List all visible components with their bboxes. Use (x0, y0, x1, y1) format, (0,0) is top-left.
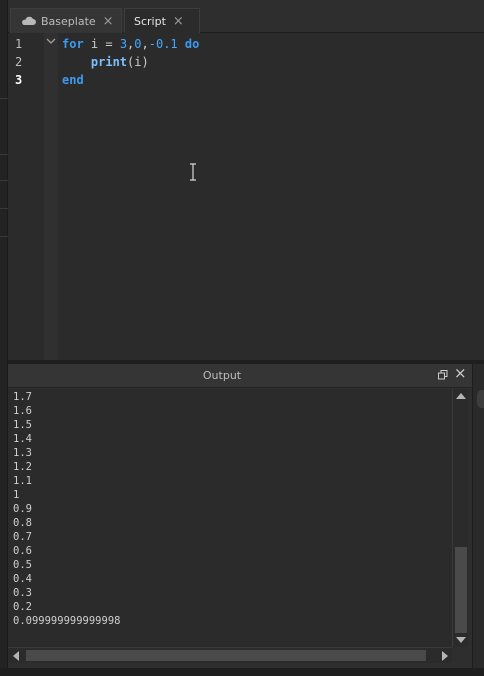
tab-script[interactable]: Script × (124, 8, 200, 33)
code-line-2: print(i) (62, 55, 149, 69)
output-title: Output (202, 369, 242, 382)
output-line: 1.2 (13, 461, 32, 473)
scroll-left-icon[interactable] (13, 651, 19, 661)
close-panel-icon[interactable]: × (454, 366, 467, 381)
output-line: 1.7 (13, 391, 32, 403)
output-line: 0.3 (13, 587, 32, 599)
fold-chevron-down-icon[interactable] (46, 37, 56, 45)
fold-margin (44, 33, 58, 360)
output-line: 1.1 (13, 475, 32, 487)
output-line: 0.099999999999998 (13, 615, 121, 627)
code-line-1: for i = 3,0,-0.1 do (62, 37, 199, 51)
scroll-up-icon[interactable] (456, 393, 466, 399)
output-line: 1.4 (13, 433, 32, 445)
keyword-for: for (62, 37, 84, 51)
vertical-scrollbar[interactable] (452, 389, 468, 647)
scroll-right-icon[interactable] (442, 651, 448, 661)
close-tab-icon[interactable]: × (173, 15, 184, 28)
panel-divider (0, 154, 8, 155)
number-literal: 3 (119, 37, 128, 51)
output-line: 1.6 (13, 405, 32, 417)
document-tab-bar: Baseplate × Script × (8, 0, 484, 33)
output-line: 0.4 (13, 573, 32, 585)
scrollbar-thumb[interactable] (455, 547, 467, 633)
line-number: 2 (15, 55, 23, 69)
output-line: 1.5 (13, 419, 32, 431)
number-literal: 0 (134, 37, 142, 51)
output-header: Output × (8, 364, 472, 388)
output-line: 1 (13, 489, 20, 501)
code-text: , (141, 37, 149, 51)
code-text: i = (83, 37, 120, 51)
output-line: 0.5 (13, 559, 32, 571)
output-line: 0.7 (13, 531, 32, 543)
scrollbar-thumb[interactable] (26, 650, 426, 661)
output-line: 0.8 (13, 517, 32, 529)
script-editor[interactable]: 1 2 3 for i = 3,0,-0.1 do print(i) end (8, 33, 484, 360)
output-panel: Output × 1.7 1.6 1.5 1.4 1.3 1.2 1.1 1 0.9 0.8 0.7… (8, 364, 484, 668)
adjacent-panel-edge (472, 364, 484, 668)
tab-baseplate[interactable]: Baseplate × (10, 8, 122, 33)
panel-handle[interactable] (477, 390, 484, 408)
scroll-down-icon[interactable] (456, 637, 466, 643)
panel-divider (0, 208, 8, 209)
status-bar (0, 668, 484, 676)
output-line: 0.9 (13, 503, 32, 515)
tab-label: Script (134, 14, 166, 28)
cloud-icon (22, 16, 36, 25)
keyword-do: do (177, 37, 200, 51)
line-number-gutter: 1 2 3 (8, 33, 44, 360)
tab-label: Baseplate (41, 14, 96, 28)
panel-divider (0, 236, 8, 237)
undock-icon[interactable] (438, 370, 448, 380)
horizontal-scrollbar[interactable] (8, 647, 452, 663)
line-number-current: 3 (15, 73, 23, 87)
left-side-panel-strip (0, 0, 8, 676)
output-log[interactable]: 1.7 1.6 1.5 1.4 1.3 1.2 1.1 1 0.9 0.8 0.7 0.6 0.5 0.4… (8, 389, 452, 647)
output-line: 0.2 (13, 601, 32, 613)
keyword-end: end (62, 73, 84, 87)
output-line: 0.6 (13, 545, 32, 557)
output-line: 1.3 (13, 447, 32, 459)
close-tab-icon[interactable]: × (103, 15, 114, 28)
text-cursor-icon (190, 163, 196, 181)
panel-divider (0, 180, 8, 181)
panel-divider (0, 98, 8, 99)
number-literal: -0.1 (148, 37, 178, 51)
code-line-3: end (62, 73, 84, 87)
code-text: (i) (127, 55, 149, 69)
line-number: 1 (15, 37, 23, 51)
builtin-function: print (90, 55, 128, 69)
